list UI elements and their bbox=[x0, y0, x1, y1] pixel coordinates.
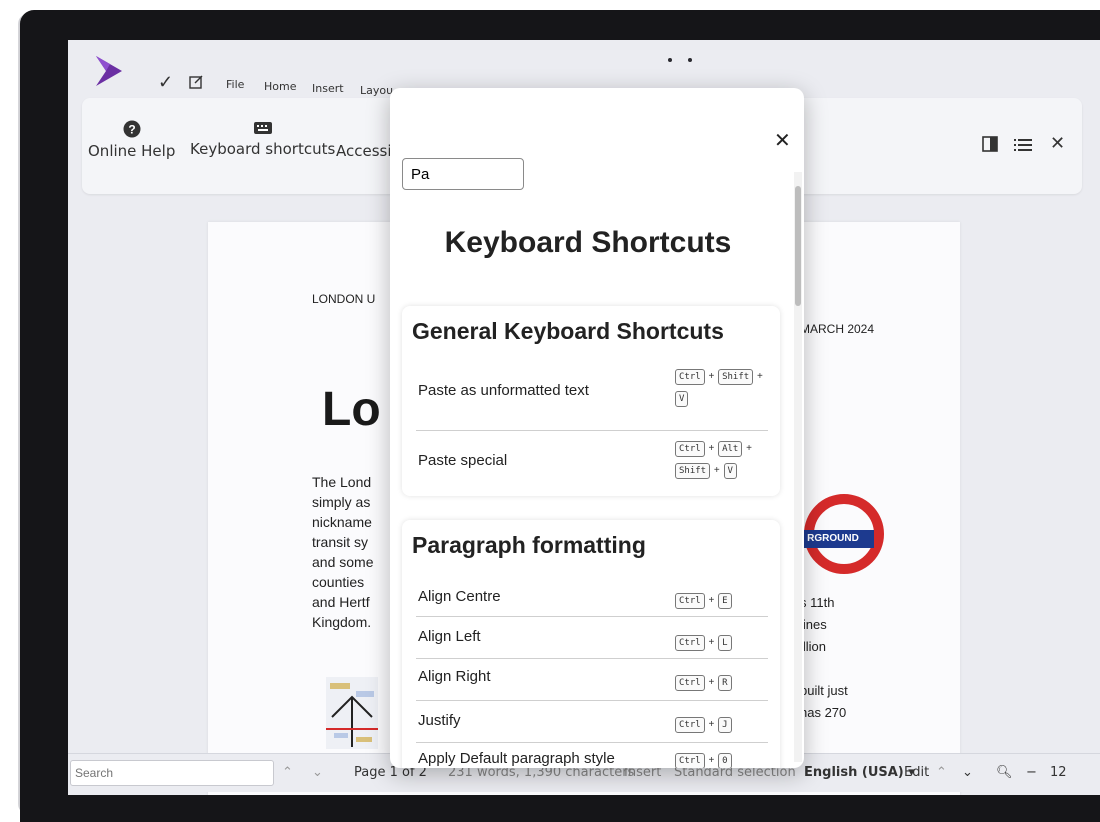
shortcut-keys: Ctrl + Shift + V bbox=[674, 366, 778, 410]
shortcut-keys: Ctrl + E bbox=[674, 590, 778, 612]
shortcut-label: Align Centre bbox=[418, 588, 501, 605]
shortcut-keys: Ctrl + R bbox=[674, 672, 778, 694]
doc-line: nickname bbox=[312, 514, 372, 530]
key: 0 bbox=[718, 753, 732, 768]
shortcut-label: Apply Default paragraph style bbox=[418, 750, 615, 767]
shortcut-label: Paste as unformatted text bbox=[418, 382, 589, 399]
key: Shift bbox=[718, 369, 754, 385]
chevron-up-icon[interactable]: ⌃ bbox=[936, 765, 947, 780]
doc-line: and Hertf bbox=[312, 594, 370, 610]
shortcut-label: Align Left bbox=[418, 628, 481, 645]
menu-home[interactable]: Home bbox=[264, 80, 296, 93]
shortcut-search-input[interactable] bbox=[402, 158, 524, 190]
language-selector[interactable]: English (USA) ▾ bbox=[804, 765, 915, 780]
camera bbox=[668, 54, 708, 66]
section-heading: Paragraph formatting bbox=[412, 532, 646, 558]
find-input[interactable] bbox=[70, 760, 274, 786]
shortcut-label: Align Right bbox=[418, 668, 491, 685]
menu-layout[interactable]: Layou bbox=[360, 84, 393, 97]
key: Ctrl bbox=[675, 441, 705, 457]
keyboard-icon bbox=[253, 122, 272, 134]
key: L bbox=[718, 635, 732, 651]
shortcut-row: Align Left Ctrl + L bbox=[416, 618, 768, 659]
shortcut-keys: Ctrl + Alt + Shift + V bbox=[674, 438, 778, 482]
chevron-down-icon[interactable]: ⌄ bbox=[962, 765, 973, 780]
doc-body-left: The Lond simply as nickname transit sy a… bbox=[312, 472, 387, 632]
help-icon: ? bbox=[123, 120, 141, 138]
svg-text:?: ? bbox=[128, 123, 135, 137]
checkmark-icon[interactable]: ✓ bbox=[158, 72, 173, 93]
roundel-text: RGROUND bbox=[792, 530, 874, 548]
doc-header-left: LONDON U bbox=[312, 292, 376, 306]
key: J bbox=[718, 717, 732, 733]
doc-line: built just bbox=[800, 683, 848, 698]
key: R bbox=[718, 675, 732, 691]
doc-line: transit sy bbox=[312, 534, 369, 550]
general-shortcuts-card: General Keyboard Shortcuts Paste as unfo… bbox=[402, 306, 780, 496]
key: Ctrl bbox=[675, 675, 705, 691]
scroll-thumb[interactable] bbox=[795, 186, 801, 306]
shortcut-label: Paste special bbox=[418, 452, 508, 469]
doc-title: Lo bbox=[322, 383, 381, 436]
close-icon[interactable]: ✕ bbox=[774, 128, 791, 152]
doc-line: The Lond bbox=[312, 474, 372, 490]
key: V bbox=[675, 391, 689, 407]
doc-line: and some bbox=[312, 554, 374, 570]
doc-body-right: s 11th lines illion built just has 270 bbox=[800, 592, 848, 724]
tube-map-image bbox=[326, 677, 378, 749]
dialog-title: Keyboard Shortcuts bbox=[444, 226, 732, 259]
zoom-minus-button[interactable]: − bbox=[1026, 765, 1037, 780]
doc-line: Kingdom. bbox=[312, 614, 372, 630]
doc-line: illion bbox=[800, 639, 827, 654]
shortcut-label: Justify bbox=[418, 712, 461, 729]
key: V bbox=[723, 463, 737, 479]
keyboard-shortcuts-dialog: ✕ Keyboard Shortcuts General Keyboard Sh… bbox=[390, 88, 804, 768]
shortcut-row: Align Right Ctrl + R bbox=[416, 660, 768, 701]
keyboard-shortcuts-label: Keyboard shortcuts bbox=[190, 140, 336, 158]
zoom-out-icon[interactable]: 🔍︎ bbox=[996, 765, 1013, 780]
menu-insert[interactable]: Insert bbox=[312, 82, 344, 95]
shortcut-row: Align Centre Ctrl + E bbox=[416, 576, 768, 617]
doc-line: has 270 bbox=[800, 705, 847, 720]
close-sidebar-icon[interactable]: ✕ bbox=[1050, 133, 1065, 154]
doc-line bbox=[800, 658, 848, 680]
edit-mode[interactable]: Edit bbox=[904, 765, 929, 780]
doc-line: lines bbox=[800, 617, 827, 632]
key: Ctrl bbox=[675, 635, 705, 651]
keyboard-shortcuts-button[interactable]: Keyboard shortcuts bbox=[190, 120, 335, 158]
key: Ctrl bbox=[675, 593, 705, 609]
key: Alt bbox=[718, 441, 743, 457]
menu-file[interactable]: File bbox=[226, 78, 244, 91]
key: Ctrl bbox=[675, 369, 705, 385]
key: Ctrl bbox=[675, 717, 705, 733]
key: Ctrl bbox=[675, 753, 705, 768]
doc-line: counties bbox=[312, 574, 365, 590]
paragraph-formatting-card: Paragraph formatting Align Centre Ctrl +… bbox=[402, 520, 780, 768]
shortcut-keys: Ctrl + L bbox=[674, 632, 778, 654]
online-help-button[interactable]: ? Online Help bbox=[88, 120, 175, 160]
doc-line: simply as bbox=[312, 494, 371, 510]
shortcut-keys: Ctrl + J bbox=[674, 714, 778, 736]
online-help-label: Online Help bbox=[88, 142, 176, 160]
app-logo-icon[interactable] bbox=[94, 54, 124, 88]
edit-icon[interactable] bbox=[188, 74, 204, 90]
key: E bbox=[718, 593, 732, 609]
doc-header-right: MARCH 2024 bbox=[800, 322, 875, 336]
doc-line: s 11th bbox=[800, 595, 835, 610]
find-next-icon[interactable]: ⌄ bbox=[312, 765, 323, 780]
language-label: English (USA) bbox=[804, 765, 904, 780]
shortcut-row: Paste as unformatted text Ctrl + Shift +… bbox=[416, 362, 768, 431]
shortcut-row: Paste special Ctrl + Alt + Shift + V bbox=[416, 434, 768, 492]
find-previous-icon[interactable]: ⌃ bbox=[282, 765, 293, 780]
section-heading: General Keyboard Shortcuts bbox=[412, 318, 724, 344]
shortcut-row: Apply Default paragraph style Ctrl + 0 bbox=[416, 744, 768, 768]
dialog-scrollbar[interactable] bbox=[794, 172, 802, 762]
list-icon[interactable] bbox=[1014, 138, 1032, 152]
shortcut-row: Justify Ctrl + J bbox=[416, 702, 768, 743]
zoom-level[interactable]: 12 bbox=[1050, 765, 1067, 780]
key: Shift bbox=[675, 463, 711, 479]
sidebar-toggle-icon[interactable] bbox=[982, 136, 998, 152]
shortcut-keys: Ctrl + 0 bbox=[674, 750, 778, 768]
